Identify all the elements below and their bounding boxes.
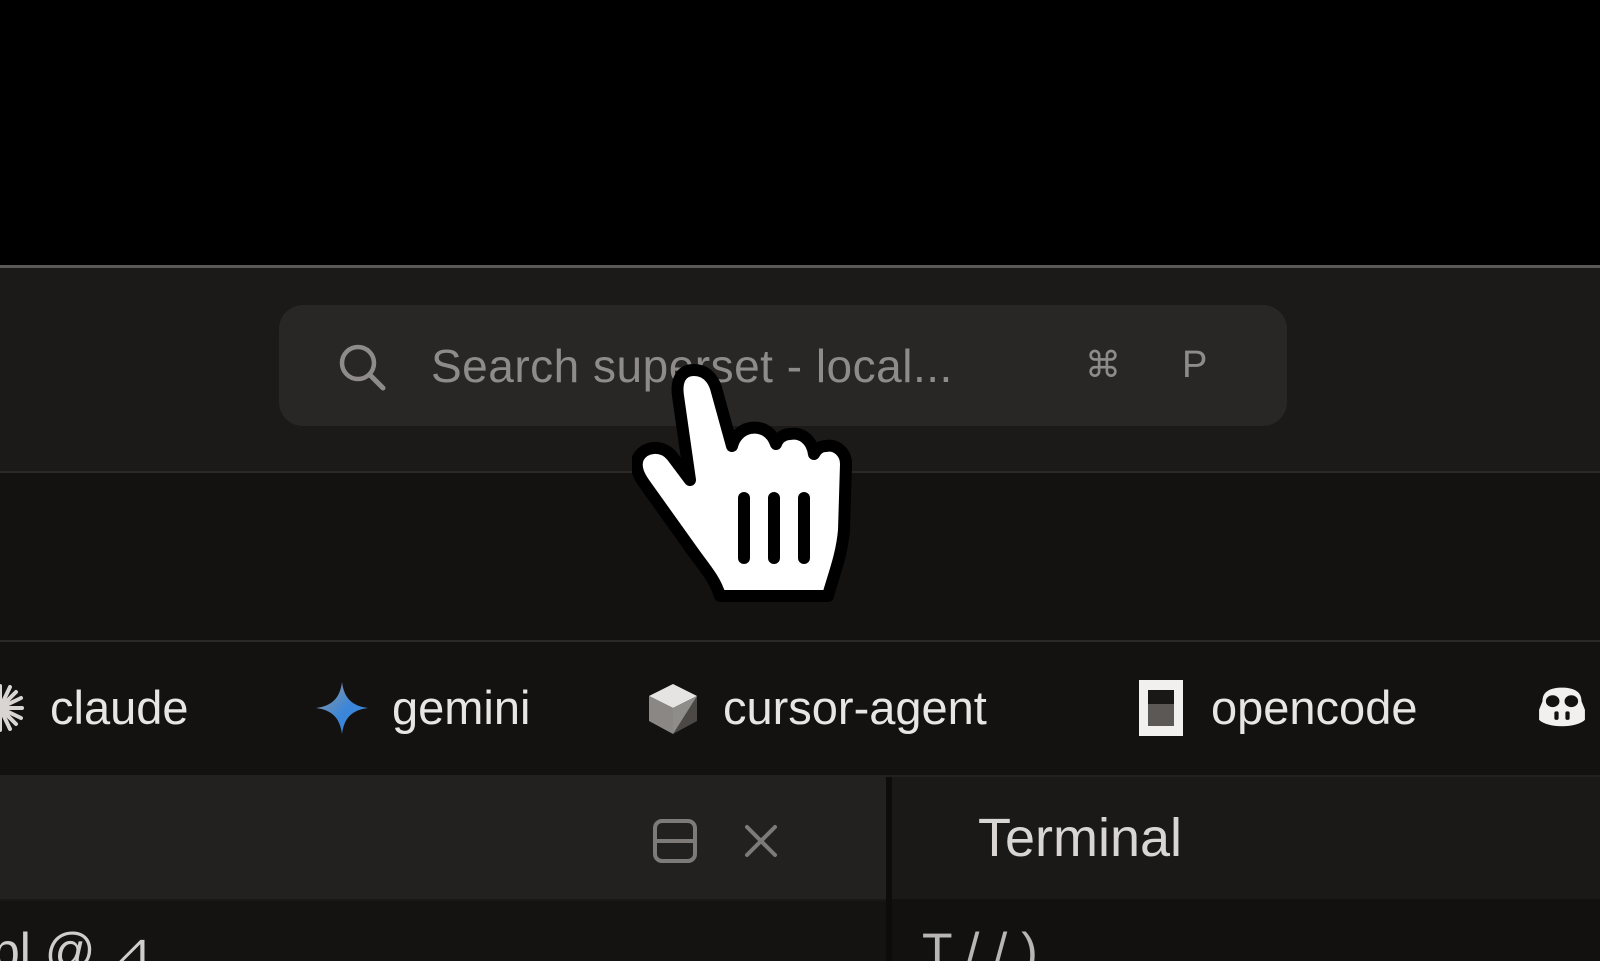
agent-cursor-agent[interactable]: cursor-agent: [645, 678, 987, 738]
terminal-body[interactable]: T / / ): [892, 901, 1600, 961]
left-pane-text: bl @ ⊿: [0, 923, 152, 961]
search-icon: [339, 344, 386, 391]
agent-claude[interactable]: claude: [0, 678, 189, 738]
shortcut-command-key: ⌘: [1085, 344, 1121, 385]
agent-label: gemini: [392, 681, 531, 734]
cursor-cube-icon: [649, 684, 697, 734]
agent-gemini[interactable]: gemini: [314, 678, 530, 738]
right-pane-header: Terminal: [892, 777, 1600, 899]
shortcut-p-key: P: [1182, 344, 1208, 386]
agent-label: cursor-agent: [723, 681, 987, 734]
gemini-sparkle-icon: [316, 682, 368, 734]
agent-opencode[interactable]: opencode: [1133, 678, 1417, 738]
copilot-robot-icon: [1539, 687, 1585, 727]
agent-label: opencode: [1211, 681, 1418, 734]
tab-terminal[interactable]: Terminal: [978, 807, 1182, 869]
split-horizontal-icon[interactable]: [651, 817, 699, 865]
agents-bar: claude gemini cursor-agent opencode: [0, 642, 1600, 777]
close-icon[interactable]: [741, 821, 781, 861]
claude-starburst-icon: [0, 684, 24, 732]
hand-pointer-cursor: [632, 364, 852, 602]
left-pane-body: bl @ ⊿: [0, 901, 886, 961]
terminal-text: T / / ): [922, 923, 1038, 961]
opencode-square-icon: [1139, 680, 1183, 736]
left-pane-header: [0, 777, 886, 901]
agent-label: claude: [50, 681, 189, 734]
agent-copilot[interactable]: [1534, 678, 1600, 738]
screen: Search superset - local... ⌘ P claude ge…: [0, 0, 1600, 961]
